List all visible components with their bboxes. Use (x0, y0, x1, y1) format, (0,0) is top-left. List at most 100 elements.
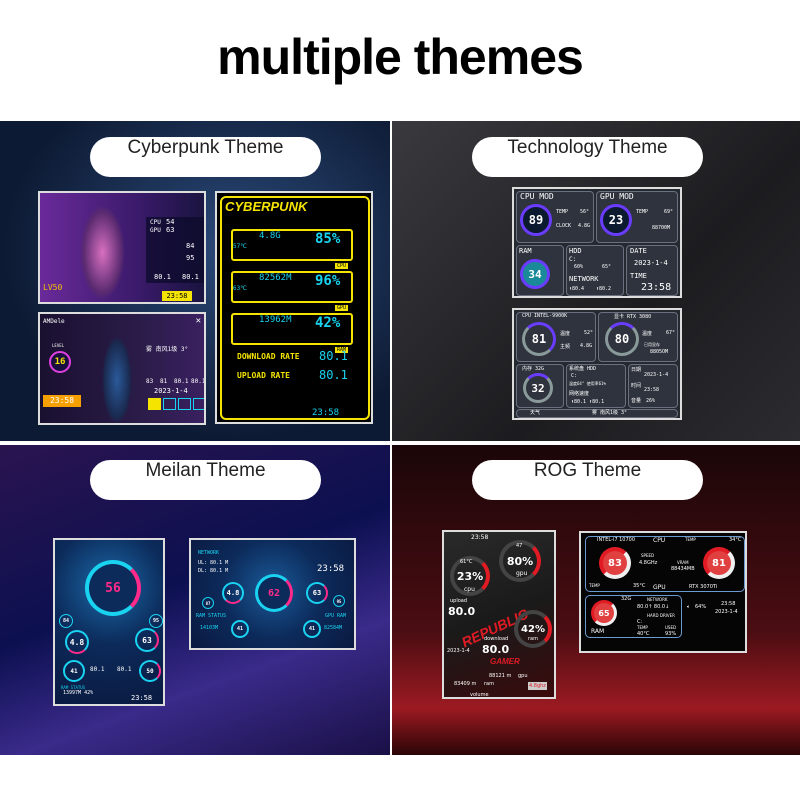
volume-icon: 🔈︎ (687, 604, 691, 610)
upload-value: 80.1 (319, 368, 348, 382)
net-value: 80.1 (191, 378, 206, 385)
gauge: 41 (303, 620, 321, 638)
ram-value: 14103M (200, 625, 219, 631)
ram-gauge: 32 (523, 373, 553, 403)
percent-value: 42% (315, 315, 341, 331)
cpu-clock: 4.8G (578, 223, 591, 229)
cyberpunk-screen-3: CYBERPUNK 57℃ 4.8G 85% CPU 63℃ 82562M 96… (215, 191, 373, 424)
center-gauge: 56 (85, 560, 141, 616)
download-label: download (484, 636, 509, 642)
net-value: 80.1 (154, 273, 171, 281)
time-display: 23:58 (43, 395, 81, 407)
temp-value: 57℃ (233, 243, 247, 250)
ram-mem: 83409 m (454, 681, 477, 687)
gpu-temp: 34°C (729, 537, 742, 543)
meilan-screen-1: 56 84 95 4.8 63 41 50 80.1 80.1 RAM STAT… (53, 538, 165, 706)
gauge: 50 (139, 660, 161, 682)
cpu-temp: 52° (584, 330, 594, 336)
hdd-usage: 60% (574, 264, 584, 270)
label: TEMP (556, 209, 569, 215)
stat-value: 82562M (259, 273, 292, 283)
cpu-speed: 4.8GHz (639, 560, 658, 566)
ram-value: 13997M 42% (63, 690, 94, 696)
cpu-freq: 4.8ghz (528, 682, 547, 690)
small-gauge: 95 (333, 595, 345, 607)
download-value: DL: 80.1 M (198, 568, 229, 574)
row-tag: GPU (335, 305, 349, 311)
net-value: ⬇80.1 ⬆80.1 (571, 399, 605, 405)
cpu-name: INTEL-i7 10700 (597, 537, 635, 543)
date-display: 2023-1-4 (447, 648, 470, 654)
download-value: 80.0 (482, 643, 510, 656)
cpu-value: 83 (146, 378, 154, 385)
level-ring: 16 (49, 351, 71, 373)
cpu-value: 23% (456, 569, 484, 583)
level-label: LEVEL (52, 343, 65, 348)
technology-screen-2: CPU INTEL-9900K 81 温度 52° 主频 4.8G 显卡 RTX… (512, 308, 682, 420)
ram-size: 32G (621, 596, 632, 602)
time-value: 23:58 (641, 282, 672, 293)
date-value: 2023-1-4 (644, 372, 669, 378)
cpu-label: CPU (150, 219, 161, 226)
hdd-temp: 65° (602, 264, 612, 270)
ram-value: 42% (521, 623, 545, 635)
gpu-title: GPU MOD (600, 192, 634, 201)
character-image (102, 336, 132, 423)
gpu-mem: 88121 m (489, 673, 512, 679)
cpu-title: CPU MOD (520, 192, 554, 201)
gauge: 41 (63, 660, 85, 682)
cpu-title: CPU INTEL-9900K (522, 313, 568, 319)
gpu-gauge: 63 (306, 582, 328, 604)
close-icon[interactable]: ✕ (196, 316, 201, 326)
technology-section: Technology Theme CPU MOD 89 TEMP 56° CLO… (392, 121, 800, 441)
cpu-tag: CPU (653, 537, 666, 544)
gpu-temp: 47 (516, 543, 523, 549)
label: 温度 (642, 331, 653, 337)
center-gauge: 62 (255, 574, 293, 612)
date-value: 2023-1-4 (715, 609, 738, 615)
time-display: 23:58 (317, 564, 345, 574)
small-gauge: 84 (59, 614, 73, 628)
stat-value: 95 (186, 254, 195, 262)
gpu-ram-value: 82584M (324, 625, 343, 631)
ram-gauge: 42% (514, 610, 552, 648)
cpu-gauge: 4.8 (65, 630, 89, 654)
upload-label: UPLOAD RATE (237, 371, 290, 380)
ram-load-gauge: 65 (591, 600, 617, 626)
hdd-info: 温度64° 使用率61% (569, 381, 606, 386)
label: 时间 (631, 383, 642, 389)
gpu-label: gpu (516, 570, 528, 577)
cyberpunk-screen-2: AMDele ✕ 16 LEVEL 23:58 雾 南风1级 3° 83 81 … (38, 312, 206, 425)
theme-label: Technology Theme (472, 137, 703, 177)
label: USED (665, 625, 677, 630)
weather-text: 雾 南风1级 3° (146, 346, 189, 353)
vram-value: 88434MB (671, 566, 695, 572)
label: VRAM (677, 560, 689, 565)
net-value: 80.0↑ 80.0↓ (637, 604, 670, 610)
volume-value: 26% (646, 398, 656, 404)
ram-title: 内存 32G (522, 366, 545, 372)
label: 天气 (530, 410, 541, 416)
label: HARD DRIVER (647, 613, 675, 618)
date-value: 2023-1-4 (634, 259, 668, 267)
gpu-temp: 67° (666, 330, 676, 336)
cpu-value: 54 (166, 218, 175, 226)
net-title: 网络速度 (569, 391, 590, 397)
label: NETWORK (647, 597, 668, 602)
label: TEMP (685, 537, 696, 542)
date-display: 2023-1-4 (154, 387, 188, 395)
player-name: AMDele (43, 318, 65, 325)
cpu-temp: 61°C (460, 559, 473, 565)
gpu-value: 81 (160, 378, 168, 385)
theme-label: ROG Theme (472, 460, 703, 500)
gauge: 41 (231, 620, 249, 638)
app-icon[interactable] (178, 398, 191, 410)
gpu-load-gauge: 81 (703, 547, 735, 579)
app-icon[interactable] (148, 398, 161, 410)
time-title: TIME (630, 272, 647, 280)
gpu-gauge: 63 (135, 628, 159, 652)
technology-screen-1: CPU MOD 89 TEMP 56° CLOCK 4.8G GPU MOD 2… (512, 187, 682, 298)
app-icon[interactable] (193, 398, 204, 410)
time-display: 23:58 (131, 694, 153, 702)
app-icon[interactable] (163, 398, 176, 410)
